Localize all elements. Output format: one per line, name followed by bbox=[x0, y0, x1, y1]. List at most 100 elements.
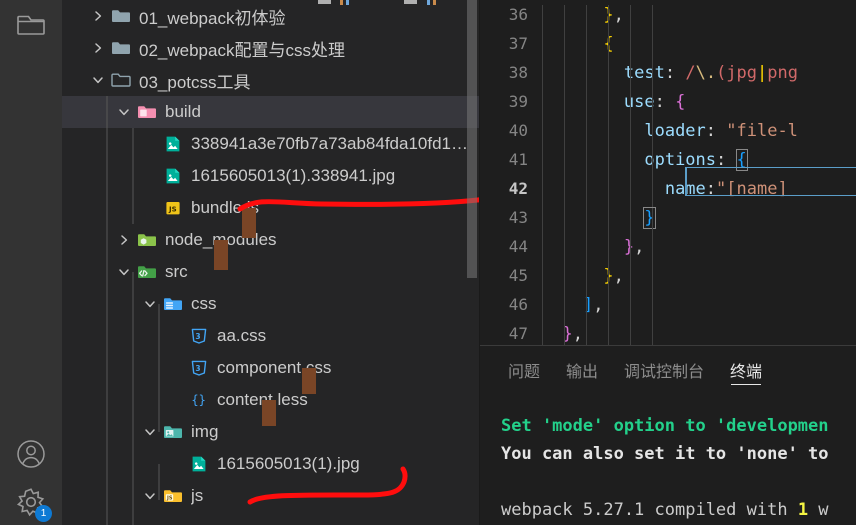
tree-row[interactable]: 338941a3e70fb7a73ab84fda10fd1… bbox=[62, 128, 480, 160]
code-indent-guide bbox=[652, 323, 653, 345]
terminal-text: Set 'mode' option to 'developmen bbox=[501, 416, 829, 436]
folder-js-icon: JS bbox=[160, 487, 186, 505]
code-line-text: loader: "file-l bbox=[542, 120, 856, 150]
code-token: : bbox=[654, 91, 676, 112]
chevron-right-icon[interactable] bbox=[114, 233, 134, 247]
code-line[interactable]: 36 }, bbox=[480, 0, 856, 34]
code-line[interactable]: 38 test: /\.(jpg|png bbox=[480, 58, 856, 92]
line-number: 39 bbox=[508, 92, 528, 111]
svg-text:{}: {} bbox=[191, 393, 205, 407]
folder-open-icon bbox=[108, 71, 134, 89]
folder-src-icon bbox=[134, 263, 160, 281]
gear-icon[interactable]: 1 bbox=[0, 478, 62, 525]
chevron-right-icon[interactable] bbox=[88, 9, 108, 23]
folder-images-icon bbox=[160, 423, 186, 441]
code-token: , bbox=[613, 4, 624, 25]
tree-row[interactable]: 1615605013(1).jpg bbox=[62, 448, 480, 480]
chevron-down-icon[interactable] bbox=[140, 425, 160, 439]
code-line[interactable]: 45 }, bbox=[480, 261, 856, 295]
code-line-text: } bbox=[542, 206, 856, 237]
file-tree[interactable]: 01_webpack初体验 02_webpack配置与css处理 03_potcss… bbox=[62, 0, 480, 512]
code-editor[interactable]: 36 },37 {38 test: /\.(jpg|png39 use: {40… bbox=[480, 0, 856, 345]
tree-row[interactable]: 3 aa.css bbox=[62, 320, 480, 352]
panel-tab-3[interactable]: 终端 bbox=[730, 346, 762, 394]
line-number: 37 bbox=[508, 34, 528, 53]
code-line[interactable]: 47 }, bbox=[480, 319, 856, 345]
code-token: png bbox=[767, 62, 798, 83]
image-file-icon bbox=[186, 455, 212, 473]
code-line[interactable]: 46 ], bbox=[480, 290, 856, 324]
code-token: : bbox=[705, 120, 727, 141]
tree-row[interactable]: JS js bbox=[62, 480, 480, 512]
chevron-down-icon[interactable] bbox=[114, 265, 134, 279]
panel-tab-0[interactable]: 问题 bbox=[508, 346, 540, 394]
line-number: 44 bbox=[508, 237, 528, 256]
tree-row-label: aa.css bbox=[217, 326, 267, 345]
tree-row-label: 1615605013(1).jpg bbox=[217, 454, 360, 473]
css-file-icon: 3 bbox=[186, 327, 212, 345]
code-line-text: test: /\.(jpg|png bbox=[542, 62, 856, 92]
tree-row[interactable]: JS bundle.js bbox=[62, 192, 480, 224]
editor-area: 36 },37 {38 test: /\.(jpg|png39 use: {40… bbox=[480, 0, 856, 525]
tree-row[interactable]: build bbox=[62, 96, 480, 128]
bracket-match-highlight bbox=[685, 167, 856, 196]
terminal-output[interactable]: Set 'mode' option to 'developmen You can … bbox=[480, 394, 856, 525]
chevron-down-icon[interactable] bbox=[88, 73, 108, 87]
line-number: 47 bbox=[508, 324, 528, 343]
code-line-text: ], bbox=[542, 294, 856, 324]
code-indent-guide bbox=[542, 323, 543, 345]
explorer-icon[interactable] bbox=[0, 0, 62, 48]
tree-row[interactable]: 03_potcss工具 bbox=[62, 64, 480, 96]
panel-tab-bar[interactable]: 问题 输出 调试控制台 终端 bbox=[480, 346, 856, 394]
tree-row[interactable]: node_modules bbox=[62, 224, 480, 256]
tree-row[interactable]: css bbox=[62, 288, 480, 320]
tree-row[interactable]: 02_webpack配置与css处理 bbox=[62, 32, 480, 64]
tree-row[interactable]: 01_webpack初体验 bbox=[62, 0, 480, 32]
code-indent-guide bbox=[608, 323, 609, 345]
code-token: use bbox=[623, 91, 655, 112]
chevron-down-icon[interactable] bbox=[140, 489, 160, 503]
sidebar-scrollbar[interactable] bbox=[467, 0, 477, 278]
code-token: "file-l bbox=[726, 120, 798, 141]
code-line[interactable]: 39 use: { bbox=[480, 87, 856, 121]
panel-tab-2[interactable]: 调试控制台 bbox=[624, 346, 704, 394]
panel-tab-1[interactable]: 输出 bbox=[566, 346, 598, 394]
tree-row-label: 01_webpack初体验 bbox=[139, 8, 286, 28]
line-number: 45 bbox=[508, 266, 528, 285]
line-number: 43 bbox=[508, 208, 528, 227]
code-line-text: }, bbox=[542, 236, 856, 266]
chevron-right-icon[interactable] bbox=[88, 41, 108, 55]
less-file-icon: {} bbox=[186, 391, 212, 409]
line-number: 40 bbox=[508, 121, 528, 140]
code-token: loader bbox=[644, 120, 706, 141]
folder-dist-icon bbox=[134, 103, 160, 121]
css-file-icon: 3 bbox=[186, 359, 212, 377]
terminal-text: You can also set it to 'none' to bbox=[501, 444, 829, 464]
account-icon[interactable] bbox=[0, 430, 62, 478]
overlay-block-node-modules bbox=[214, 240, 228, 270]
chevron-down-icon[interactable] bbox=[114, 105, 134, 119]
code-line[interactable]: 40 loader: "file-l bbox=[480, 116, 856, 150]
code-indent-guide bbox=[564, 323, 565, 345]
tree-row-label: css bbox=[191, 294, 217, 313]
tree-row[interactable]: 1615605013(1).338941.jpg bbox=[62, 160, 480, 192]
explorer-sidebar: 01_webpack初体验 02_webpack配置与css处理 03_potcss… bbox=[62, 0, 480, 525]
tree-row[interactable]: 3 component.css bbox=[62, 352, 480, 384]
tree-row-label: build bbox=[165, 102, 201, 121]
code-line[interactable]: 37 { bbox=[480, 29, 856, 63]
code-token: : bbox=[664, 62, 686, 83]
code-token: , bbox=[613, 265, 624, 286]
code-line[interactable]: 44 }, bbox=[480, 232, 856, 266]
code-line[interactable]: 43 } bbox=[480, 203, 856, 237]
code-token: | bbox=[757, 62, 768, 83]
chevron-down-icon[interactable] bbox=[140, 297, 160, 311]
line-number: 41 bbox=[508, 150, 528, 169]
tree-row[interactable]: src bbox=[62, 256, 480, 288]
